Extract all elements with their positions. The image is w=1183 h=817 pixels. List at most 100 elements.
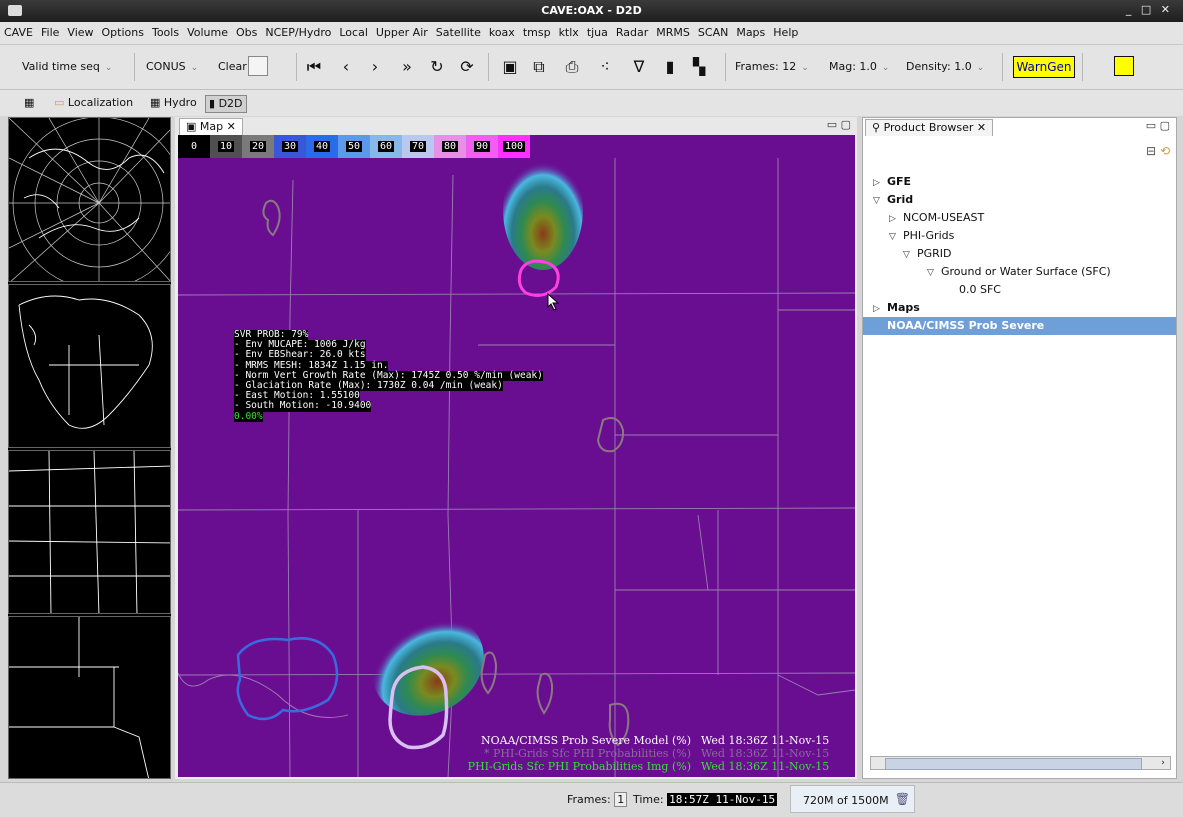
tree-item-sfc-value[interactable]: 0.0 SFC <box>863 281 1176 299</box>
menu-mrms[interactable]: MRMS <box>652 22 694 39</box>
tree-item-sfc-level[interactable]: ▽ Ground or Water Surface (SFC) <box>863 263 1176 281</box>
menu-tjua[interactable]: tjua <box>583 22 612 39</box>
scroll-right-icon[interactable]: › <box>1157 757 1169 769</box>
tree-item-gfe[interactable]: ▷ GFE <box>863 173 1176 191</box>
menu-local[interactable]: Local <box>335 22 372 39</box>
menu-view[interactable]: View <box>63 22 97 39</box>
valid-time-dropdown[interactable]: Valid time seq ⌄ <box>22 45 112 89</box>
view-minmax-controls[interactable]: ▭ ▢ <box>827 118 851 131</box>
chevron-down-icon: ⌄ <box>801 63 809 73</box>
collapse-icon[interactable]: ▽ <box>903 246 917 264</box>
legend-row[interactable]: PHI-Grids Sfc PHI Probabilities Img (%) W… <box>468 760 841 773</box>
thumbnail-regional[interactable] <box>8 616 171 779</box>
map-legend[interactable]: NOAA/CIMSS Prob Severe Model (%) Wed 18:3… <box>468 734 841 773</box>
colorbar-entry: 40 <box>306 135 338 158</box>
collapse-all-icon[interactable]: ⊟ <box>1146 144 1156 158</box>
tree-item-phi-grids[interactable]: ▽ PHI-Grids <box>863 227 1176 245</box>
menu-obs[interactable]: Obs <box>232 22 261 39</box>
tree-item-label: GFE <box>887 175 912 188</box>
zoom-icon[interactable]: ⧉ <box>530 58 548 76</box>
map-overlay <box>178 150 855 777</box>
mag-dropdown[interactable]: Mag: 1.0 ⌄ <box>829 45 889 89</box>
loop-icon[interactable]: ↻ <box>428 58 446 76</box>
view-minmax-controls[interactable]: ▭ ▢ <box>1146 119 1170 132</box>
menu-options[interactable]: Options <box>98 22 148 39</box>
single-panel-icon[interactable]: ▮ <box>661 58 679 76</box>
thumbnail-central-us[interactable] <box>8 450 171 614</box>
density-dropdown[interactable]: Density: 1.0 ⌄ <box>906 45 984 89</box>
north-america-map <box>18 295 153 429</box>
scrollbar-thumb[interactable] <box>885 758 1142 770</box>
menu-volume[interactable]: Volume <box>183 22 232 39</box>
menu-upper-air[interactable]: Upper Air <box>372 22 432 39</box>
menu-scan[interactable]: SCAN <box>694 22 732 39</box>
expand-icon[interactable]: ▷ <box>873 174 887 192</box>
colorbar-entry: 30 <box>274 135 306 158</box>
rock-icon[interactable]: ⟳ <box>458 58 476 76</box>
open-perspective-icon[interactable]: ▦ <box>24 95 34 111</box>
product-browser-tab-label: Product Browser <box>883 121 974 134</box>
close-icon[interactable]: ✕ <box>977 121 986 134</box>
menu-cave[interactable]: CAVE <box>0 22 37 39</box>
clear-button[interactable]: Clear <box>218 45 247 89</box>
legend-row[interactable]: * PHI-Grids Sfc PHI Probabilities (%) Wed… <box>468 747 841 760</box>
menu-file[interactable]: File <box>37 22 63 39</box>
menu-koax[interactable]: koax <box>485 22 519 39</box>
tab-product-browser[interactable]: ⚲ Product Browser ✕ <box>865 119 994 136</box>
tree-item-label: NCOM-USEAST <box>903 211 985 224</box>
menu-tmsp[interactable]: tmsp <box>519 22 555 39</box>
tab-map[interactable]: ▣ Map ✕ <box>179 118 243 135</box>
thumbnail-northern-hemisphere[interactable] <box>8 117 171 282</box>
step-forward-icon[interactable]: › <box>366 58 384 76</box>
trash-icon[interactable]: 🗑 <box>895 792 910 806</box>
scale-dropdown[interactable]: CONUS ⌄ <box>146 45 198 89</box>
warngen-button[interactable]: WarnGen <box>1013 56 1075 78</box>
image-properties-icon[interactable]: ▣ <box>501 58 519 76</box>
legend-row[interactable]: NOAA/CIMSS Prob Severe Model (%) Wed 18:3… <box>468 734 841 747</box>
fullscreen-icon[interactable] <box>248 56 268 76</box>
first-frame-icon[interactable]: ⏮ <box>305 58 323 76</box>
menu-maps[interactable]: Maps <box>732 22 769 39</box>
collapse-icon[interactable]: ▽ <box>873 192 887 210</box>
colorbar-label: 40 <box>313 141 331 152</box>
memory-monitor[interactable]: 720M of 1500M 🗑 <box>790 785 915 813</box>
last-frame-icon[interactable]: » <box>398 58 416 76</box>
perspective-d2d[interactable]: ▮ D2D <box>205 95 247 113</box>
menu-radar[interactable]: Radar <box>612 22 652 39</box>
alert-icon[interactable] <box>1114 56 1134 76</box>
close-icon[interactable]: ✕ <box>227 120 236 133</box>
menu-help[interactable]: Help <box>769 22 802 39</box>
browser-icon: ⚲ <box>872 121 881 134</box>
menu-satellite[interactable]: Satellite <box>432 22 485 39</box>
tree-item-grid[interactable]: ▽ Grid <box>863 191 1176 209</box>
tree-item-maps[interactable]: ▷ Maps <box>863 299 1176 317</box>
perspective-hydro[interactable]: ▦ Hydro <box>150 95 197 111</box>
map-canvas[interactable]: 0 10 20 30 40 50 60 70 80 90 100 SVR PRO… <box>178 135 855 777</box>
thumbnail-north-america[interactable] <box>8 284 171 448</box>
colorbar-entry: 100 <box>498 135 530 158</box>
expand-icon[interactable]: ▷ <box>873 300 887 318</box>
menu-ncep-hydro[interactable]: NCEP/Hydro <box>261 22 335 39</box>
perspective-bar: ▦ ▭ Localization ▦ Hydro ▮ D2D <box>0 90 1183 116</box>
collapse-icon[interactable]: ▽ <box>927 264 941 282</box>
refresh-icon[interactable]: ⟲ <box>1160 144 1170 158</box>
four-panel-icon[interactable]: ▚ <box>690 58 708 76</box>
window-controls[interactable]: _ □ ✕ <box>1126 3 1173 16</box>
colorbar-label: 70 <box>409 141 427 152</box>
baselines-icon[interactable]: ∇ <box>630 58 648 76</box>
menu-ktlx[interactable]: ktlx <box>555 22 583 39</box>
chevron-down-icon: ⌄ <box>881 63 890 73</box>
collapse-icon[interactable]: ▽ <box>889 228 903 246</box>
frames-dropdown[interactable]: Frames: 12 ⌄ <box>735 45 809 89</box>
perspective-localization[interactable]: ▭ Localization <box>54 95 133 111</box>
horizontal-scrollbar[interactable]: › <box>870 756 1171 770</box>
colorbar-entry: 60 <box>370 135 402 158</box>
tree-item-ncom-useast[interactable]: ▷ NCOM-USEAST <box>863 209 1176 227</box>
step-back-icon[interactable]: ‹ <box>337 58 355 76</box>
menu-tools[interactable]: Tools <box>148 22 183 39</box>
tree-item-prob-severe[interactable]: NOAA/CIMSS Prob Severe <box>863 317 1176 335</box>
tree-item-pgrid[interactable]: ▽ PGRID <box>863 245 1176 263</box>
points-icon[interactable]: ⁖ <box>596 58 614 76</box>
print-icon[interactable]: ⎙ <box>563 58 581 76</box>
expand-icon[interactable]: ▷ <box>889 210 903 228</box>
